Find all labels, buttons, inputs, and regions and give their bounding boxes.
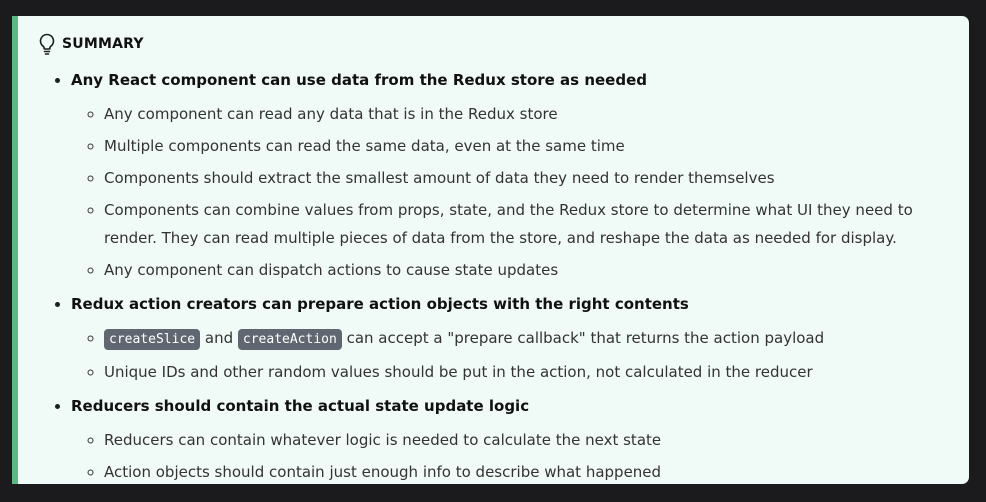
- admonition-title: SUMMARY: [62, 36, 144, 52]
- admonition-heading: SUMMARY: [38, 30, 945, 58]
- section-lead: Redux action creators can prepare action…: [71, 295, 689, 313]
- inline-code: createAction: [237, 329, 342, 350]
- sub-list-item: Unique IDs and other random values shoul…: [104, 358, 945, 386]
- sub-list: Reducers can contain whatever logic is n…: [71, 426, 945, 486]
- list-item: Any React component can use data from th…: [71, 64, 945, 284]
- sub-list-item: Action objects should contain just enoug…: [104, 458, 945, 486]
- sub-list-item: Components can combine values from props…: [104, 196, 945, 252]
- summary-admonition: SUMMARY Any React component can use data…: [12, 16, 969, 484]
- sub-list-item: Any component can dispatch actions to ca…: [104, 256, 945, 284]
- list-item: Redux action creators can prepare action…: [71, 288, 945, 386]
- summary-list: Any React component can use data from th…: [38, 64, 945, 486]
- sub-list-item: Components should extract the smallest a…: [104, 164, 945, 192]
- sub-list: createSlice and createAction can accept …: [71, 324, 945, 386]
- sub-list: Any component can read any data that is …: [71, 100, 945, 284]
- sub-list-item: Reducers can contain whatever logic is n…: [104, 426, 945, 454]
- sub-list-item: Multiple components can read the same da…: [104, 132, 945, 160]
- inline-text: can accept a "prepare callback" that ret…: [346, 329, 825, 347]
- section-lead: Reducers should contain the actual state…: [71, 397, 530, 415]
- inline-code: createSlice: [104, 329, 201, 350]
- lightbulb-icon: [39, 33, 55, 55]
- inline-text: and: [204, 329, 234, 347]
- list-item: Reducers should contain the actual state…: [71, 390, 945, 486]
- section-lead: Any React component can use data from th…: [71, 71, 648, 89]
- sub-list-item: Any component can read any data that is …: [104, 100, 945, 128]
- sub-list-item: createSlice and createAction can accept …: [104, 324, 945, 354]
